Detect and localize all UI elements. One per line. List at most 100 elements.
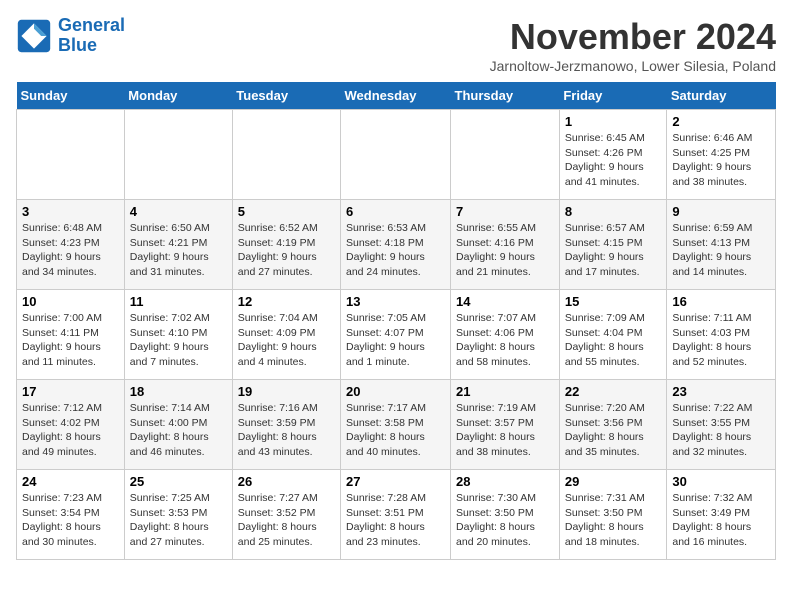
calendar-cell: 20 Sunrise: 7:17 AM Sunset: 3:58 PM Dayli… bbox=[341, 380, 451, 470]
calendar-table: SundayMondayTuesdayWednesdayThursdayFrid… bbox=[16, 82, 776, 560]
day-number: 19 bbox=[238, 384, 335, 399]
calendar-cell: 17 Sunrise: 7:12 AM Sunset: 4:02 PM Dayli… bbox=[17, 380, 125, 470]
calendar-cell: 30Sunrise: 7:32 AM Sunset: 3:49 PM Dayli… bbox=[667, 470, 776, 560]
column-header-friday: Friday bbox=[559, 82, 667, 110]
month-title: November 2024 bbox=[490, 16, 776, 58]
calendar-cell: 8Sunrise: 6:57 AM Sunset: 4:15 PM Daylig… bbox=[559, 200, 667, 290]
column-header-saturday: Saturday bbox=[667, 82, 776, 110]
column-header-thursday: Thursday bbox=[451, 82, 560, 110]
calendar-cell: 9 Sunrise: 6:59 AM Sunset: 4:13 PM Daylig… bbox=[667, 200, 776, 290]
day-number: 4 bbox=[130, 204, 227, 219]
day-info: Sunrise: 6:50 AM Sunset: 4:21 PM Dayligh… bbox=[130, 221, 227, 280]
calendar-header-row: SundayMondayTuesdayWednesdayThursdayFrid… bbox=[17, 82, 776, 110]
calendar-cell: 19 Sunrise: 7:16 AM Sunset: 3:59 PM Dayli… bbox=[232, 380, 340, 470]
logo: General Blue bbox=[16, 16, 125, 56]
day-info: Sunrise: 7:04 AM Sunset: 4:09 PM Dayligh… bbox=[238, 311, 335, 370]
day-number: 11 bbox=[130, 294, 227, 309]
day-number: 7 bbox=[456, 204, 554, 219]
column-header-wednesday: Wednesday bbox=[341, 82, 451, 110]
day-number: 3 bbox=[22, 204, 119, 219]
calendar-cell: 15 Sunrise: 7:09 AM Sunset: 4:04 PM Dayli… bbox=[559, 290, 667, 380]
day-number: 17 bbox=[22, 384, 119, 399]
calendar-cell: 29Sunrise: 7:31 AM Sunset: 3:50 PM Dayli… bbox=[559, 470, 667, 560]
logo-line1: General bbox=[58, 15, 125, 35]
calendar-cell bbox=[451, 110, 560, 200]
day-number: 18 bbox=[130, 384, 227, 399]
title-area: November 2024 Jarnoltow-Jerzmanowo, Lowe… bbox=[490, 16, 776, 74]
calendar-cell: 26 Sunrise: 7:27 AM Sunset: 3:52 PM Dayli… bbox=[232, 470, 340, 560]
calendar-cell: 25Sunrise: 7:25 AM Sunset: 3:53 PM Dayli… bbox=[124, 470, 232, 560]
column-header-sunday: Sunday bbox=[17, 82, 125, 110]
day-number: 23 bbox=[672, 384, 770, 399]
calendar-cell: 3 Sunrise: 6:48 AM Sunset: 4:23 PM Daylig… bbox=[17, 200, 125, 290]
location-subtitle: Jarnoltow-Jerzmanowo, Lower Silesia, Pol… bbox=[490, 58, 776, 74]
day-number: 12 bbox=[238, 294, 335, 309]
day-info: Sunrise: 6:53 AM Sunset: 4:18 PM Dayligh… bbox=[346, 221, 445, 280]
day-info: Sunrise: 7:11 AM Sunset: 4:03 PM Dayligh… bbox=[672, 311, 770, 370]
logo-text: General Blue bbox=[58, 16, 125, 56]
day-info: Sunrise: 7:28 AM Sunset: 3:51 PM Dayligh… bbox=[346, 491, 445, 550]
calendar-cell: 18 Sunrise: 7:14 AM Sunset: 4:00 PM Dayli… bbox=[124, 380, 232, 470]
day-number: 21 bbox=[456, 384, 554, 399]
calendar-cell: 24 Sunrise: 7:23 AM Sunset: 3:54 PM Dayli… bbox=[17, 470, 125, 560]
day-number: 30 bbox=[672, 474, 770, 489]
day-info: Sunrise: 6:59 AM Sunset: 4:13 PM Dayligh… bbox=[672, 221, 770, 280]
day-number: 15 bbox=[565, 294, 662, 309]
day-number: 20 bbox=[346, 384, 445, 399]
calendar-cell: 27Sunrise: 7:28 AM Sunset: 3:51 PM Dayli… bbox=[341, 470, 451, 560]
day-number: 26 bbox=[238, 474, 335, 489]
calendar-week-row: 24 Sunrise: 7:23 AM Sunset: 3:54 PM Dayli… bbox=[17, 470, 776, 560]
day-info: Sunrise: 7:14 AM Sunset: 4:00 PM Dayligh… bbox=[130, 401, 227, 460]
day-info: Sunrise: 6:46 AM Sunset: 4:25 PM Dayligh… bbox=[672, 131, 770, 190]
calendar-cell: 2 Sunrise: 6:46 AM Sunset: 4:25 PM Daylig… bbox=[667, 110, 776, 200]
day-number: 16 bbox=[672, 294, 770, 309]
day-info: Sunrise: 7:16 AM Sunset: 3:59 PM Dayligh… bbox=[238, 401, 335, 460]
calendar-cell: 16 Sunrise: 7:11 AM Sunset: 4:03 PM Dayli… bbox=[667, 290, 776, 380]
day-info: Sunrise: 6:57 AM Sunset: 4:15 PM Dayligh… bbox=[565, 221, 662, 280]
day-info: Sunrise: 7:02 AM Sunset: 4:10 PM Dayligh… bbox=[130, 311, 227, 370]
calendar-cell: 11 Sunrise: 7:02 AM Sunset: 4:10 PM Dayli… bbox=[124, 290, 232, 380]
calendar-cell bbox=[124, 110, 232, 200]
column-header-monday: Monday bbox=[124, 82, 232, 110]
day-info: Sunrise: 7:09 AM Sunset: 4:04 PM Dayligh… bbox=[565, 311, 662, 370]
calendar-cell bbox=[341, 110, 451, 200]
day-number: 1 bbox=[565, 114, 662, 129]
day-info: Sunrise: 7:30 AM Sunset: 3:50 PM Dayligh… bbox=[456, 491, 554, 550]
day-info: Sunrise: 7:22 AM Sunset: 3:55 PM Dayligh… bbox=[672, 401, 770, 460]
day-info: Sunrise: 7:23 AM Sunset: 3:54 PM Dayligh… bbox=[22, 491, 119, 550]
calendar-week-row: 3 Sunrise: 6:48 AM Sunset: 4:23 PM Daylig… bbox=[17, 200, 776, 290]
calendar-cell: 14Sunrise: 7:07 AM Sunset: 4:06 PM Dayli… bbox=[451, 290, 560, 380]
day-info: Sunrise: 7:17 AM Sunset: 3:58 PM Dayligh… bbox=[346, 401, 445, 460]
day-number: 5 bbox=[238, 204, 335, 219]
day-number: 28 bbox=[456, 474, 554, 489]
day-number: 24 bbox=[22, 474, 119, 489]
day-number: 25 bbox=[130, 474, 227, 489]
calendar-cell: 5Sunrise: 6:52 AM Sunset: 4:19 PM Daylig… bbox=[232, 200, 340, 290]
day-number: 10 bbox=[22, 294, 119, 309]
day-info: Sunrise: 7:20 AM Sunset: 3:56 PM Dayligh… bbox=[565, 401, 662, 460]
calendar-cell: 28 Sunrise: 7:30 AM Sunset: 3:50 PM Dayli… bbox=[451, 470, 560, 560]
day-info: Sunrise: 6:45 AM Sunset: 4:26 PM Dayligh… bbox=[565, 131, 662, 190]
day-info: Sunrise: 7:27 AM Sunset: 3:52 PM Dayligh… bbox=[238, 491, 335, 550]
day-number: 14 bbox=[456, 294, 554, 309]
day-number: 22 bbox=[565, 384, 662, 399]
column-header-tuesday: Tuesday bbox=[232, 82, 340, 110]
calendar-cell: 21 Sunrise: 7:19 AM Sunset: 3:57 PM Dayli… bbox=[451, 380, 560, 470]
day-info: Sunrise: 6:48 AM Sunset: 4:23 PM Dayligh… bbox=[22, 221, 119, 280]
day-number: 2 bbox=[672, 114, 770, 129]
calendar-cell: 4 Sunrise: 6:50 AM Sunset: 4:21 PM Daylig… bbox=[124, 200, 232, 290]
day-info: Sunrise: 7:19 AM Sunset: 3:57 PM Dayligh… bbox=[456, 401, 554, 460]
day-info: Sunrise: 7:05 AM Sunset: 4:07 PM Dayligh… bbox=[346, 311, 445, 370]
day-number: 29 bbox=[565, 474, 662, 489]
page-header: General Blue November 2024 Jarnoltow-Jer… bbox=[16, 16, 776, 74]
calendar-week-row: 10 Sunrise: 7:00 AM Sunset: 4:11 PM Dayli… bbox=[17, 290, 776, 380]
day-info: Sunrise: 7:12 AM Sunset: 4:02 PM Dayligh… bbox=[22, 401, 119, 460]
day-number: 13 bbox=[346, 294, 445, 309]
logo-line2: Blue bbox=[58, 35, 97, 55]
day-info: Sunrise: 7:00 AM Sunset: 4:11 PM Dayligh… bbox=[22, 311, 119, 370]
day-info: Sunrise: 6:55 AM Sunset: 4:16 PM Dayligh… bbox=[456, 221, 554, 280]
calendar-cell: 22 Sunrise: 7:20 AM Sunset: 3:56 PM Dayli… bbox=[559, 380, 667, 470]
calendar-week-row: 17 Sunrise: 7:12 AM Sunset: 4:02 PM Dayli… bbox=[17, 380, 776, 470]
calendar-week-row: 1 Sunrise: 6:45 AM Sunset: 4:26 PM Daylig… bbox=[17, 110, 776, 200]
day-number: 9 bbox=[672, 204, 770, 219]
